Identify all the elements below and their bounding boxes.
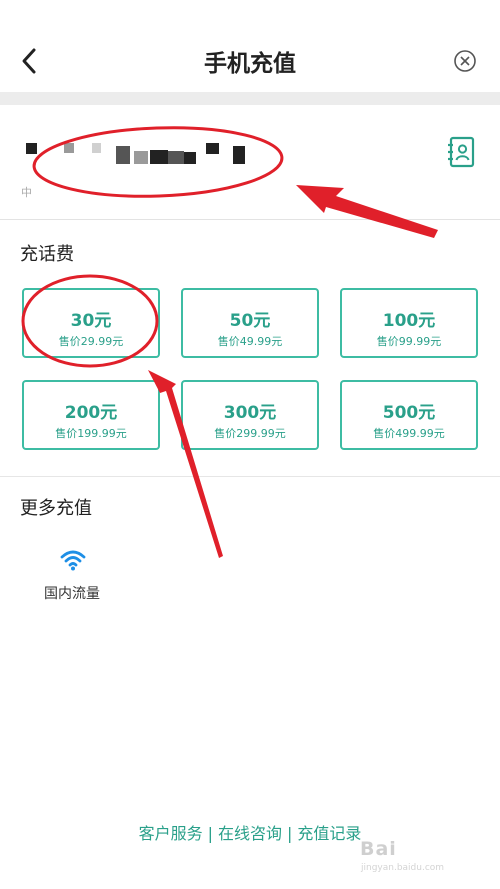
recharge-amount: 30元 <box>70 311 112 331</box>
more-section-title: 更多充值 <box>20 498 92 519</box>
domestic-data-button[interactable]: 国内流量 <box>36 549 108 609</box>
recharge-records-link[interactable]: 充值记录 <box>297 820 361 844</box>
recharge-price: 售价299.99元 <box>214 427 286 440</box>
header-bar: 手机充值 <box>0 0 500 92</box>
customer-service-link[interactable]: 客户服务 <box>139 820 203 844</box>
recharge-amount: 100元 <box>382 311 436 331</box>
recharge-amount: 300元 <box>223 403 277 423</box>
carrier-label: 中 <box>21 186 32 199</box>
domestic-data-label: 国内流量 <box>44 586 100 602</box>
section-divider <box>0 476 500 477</box>
recharge-price: 售价49.99元 <box>217 335 283 348</box>
recharge-amount: 50元 <box>229 311 271 331</box>
recharge-section-title: 充话费 <box>20 244 74 265</box>
recharge-price: 售价499.99元 <box>373 427 445 440</box>
online-consult-link[interactable]: 在线咨询 <box>218 820 282 844</box>
recharge-price: 售价199.99元 <box>55 427 127 440</box>
recharge-option-500[interactable]: 500元 售价499.99元 <box>340 380 478 450</box>
page-title: 手机充值 <box>204 51 296 77</box>
watermark-brand: Bai <box>360 838 397 860</box>
contact-book-icon[interactable] <box>447 136 477 168</box>
footer-separator: | <box>207 824 213 843</box>
recharge-option-200[interactable]: 200元 售价199.99元 <box>22 380 160 450</box>
recharge-amount: 200元 <box>64 403 118 423</box>
wifi-icon <box>60 550 86 571</box>
recharge-option-50[interactable]: 50元 售价49.99元 <box>181 288 319 358</box>
phone-number-field[interactable] <box>0 105 500 220</box>
divider-bar <box>0 92 500 105</box>
close-circle-icon[interactable] <box>450 46 480 76</box>
recharge-price: 售价29.99元 <box>58 335 124 348</box>
recharge-option-300[interactable]: 300元 售价299.99元 <box>181 380 319 450</box>
footer-links: 客户服务 | 在线咨询 | 充值记录 <box>0 820 500 844</box>
footer-separator: | <box>287 824 293 843</box>
recharge-option-100[interactable]: 100元 售价99.99元 <box>340 288 478 358</box>
watermark-url: jingyan.baidu.com <box>361 863 445 873</box>
recharge-price: 售价99.99元 <box>376 335 442 348</box>
recharge-amount: 500元 <box>382 403 436 423</box>
recharge-option-30[interactable]: 30元 售价29.99元 <box>22 288 160 358</box>
